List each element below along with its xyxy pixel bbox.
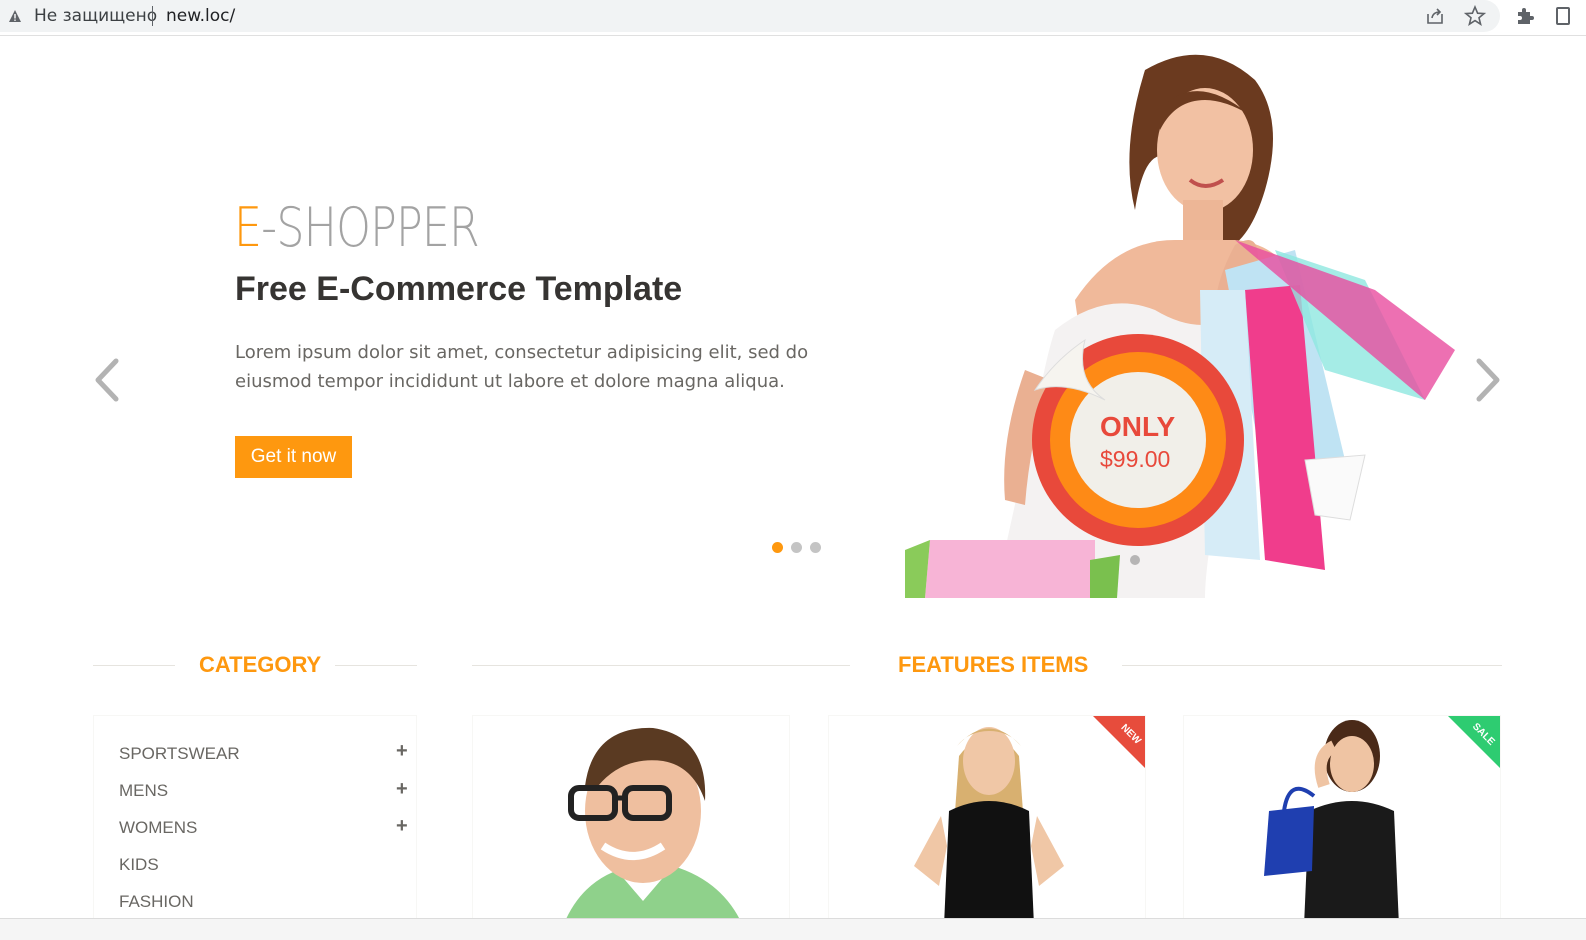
slide-description: Lorem ipsum dolor sit amet, consectetur … (235, 338, 835, 396)
shopping-woman-illustration (905, 54, 1455, 598)
category-item-sportswear[interactable]: SPORTSWEAR (119, 744, 240, 764)
slide-heading: Free E-Commerce Template (235, 270, 683, 308)
price-badge-price-text: $99.00 (1100, 446, 1171, 472)
plus-icon[interactable]: + (396, 740, 408, 763)
category-item-kids[interactable]: KIDS (119, 855, 159, 875)
side-panel-icon[interactable] (1556, 7, 1570, 25)
slider-dot-3[interactable] (810, 542, 821, 553)
slide-description-line2: eiusmod tempor incididunt ut labore et d… (235, 371, 785, 392)
slider-dot-1[interactable] (772, 542, 783, 553)
product-card[interactable]: SALE (1183, 715, 1501, 925)
url-separator (152, 6, 153, 26)
category-item-fashion[interactable]: FASHION (119, 892, 194, 912)
slide-description-line1: Lorem ipsum dolor sit amet, consectetur … (235, 342, 809, 363)
product-card[interactable]: NEW (828, 715, 1146, 925)
category-item-mens[interactable]: MENS (119, 781, 168, 801)
slider-indicators (772, 542, 821, 554)
browser-toolbar: Не защищено new.loc/ (0, 0, 1586, 36)
plus-icon[interactable]: + (396, 815, 408, 838)
get-it-now-button[interactable]: Get it now (235, 436, 352, 478)
category-rule-left (93, 665, 175, 666)
brand-logo-text: E-SHOPPER (234, 196, 480, 259)
slider-next-arrow-icon[interactable] (1473, 357, 1503, 403)
category-title: CATEGORY (199, 652, 322, 677)
bottom-scroll-strip (0, 918, 1586, 940)
slider-dot-2[interactable] (791, 542, 802, 553)
sale-badge: SALE (1448, 716, 1500, 768)
category-rule-right (335, 665, 417, 666)
category-panel: SPORTSWEAR + MENS + WOMENS + KIDS FASHIO… (93, 715, 417, 940)
product-image (563, 727, 743, 925)
price-badge-top-text: ONLY (1100, 411, 1176, 442)
address-bar[interactable]: Не защищено new.loc/ (0, 0, 1500, 32)
share-icon[interactable] (1425, 6, 1445, 26)
warning-icon[interactable] (8, 9, 22, 23)
features-rule-right (1122, 665, 1502, 666)
features-title: FEATURES ITEMS (898, 652, 1089, 677)
category-item-womens[interactable]: WOMENS (119, 818, 197, 838)
security-status[interactable]: Не защищено (34, 6, 157, 26)
hero-image (905, 40, 1465, 598)
url-text[interactable]: new.loc/ (166, 6, 235, 26)
new-badge: NEW (1093, 716, 1145, 768)
extensions-icon[interactable] (1514, 5, 1536, 27)
brand-rest: -SHOPPER (261, 196, 480, 259)
bookmark-star-icon[interactable] (1464, 5, 1486, 27)
slider-prev-arrow-icon[interactable] (92, 357, 122, 403)
plus-icon[interactable]: + (396, 778, 408, 801)
product-card[interactable] (472, 715, 790, 925)
features-rule-left (472, 665, 850, 666)
brand-e-letter: E (234, 196, 262, 259)
